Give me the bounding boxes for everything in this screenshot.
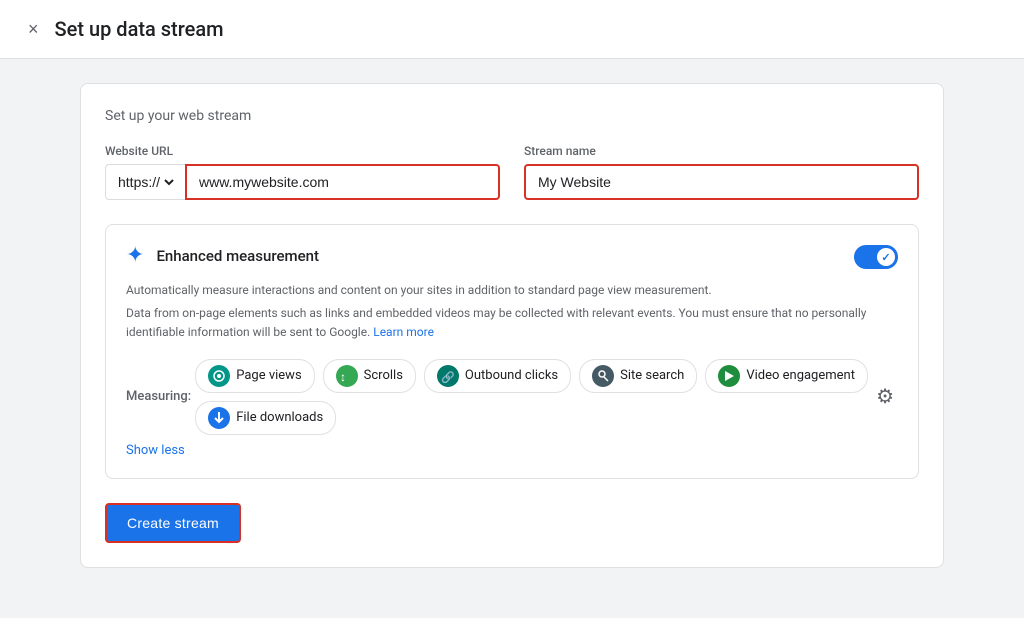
chip-label: Outbound clicks bbox=[465, 368, 558, 383]
chip-label: Video engagement bbox=[746, 368, 855, 383]
show-less-link[interactable]: Show less bbox=[126, 443, 185, 458]
measure-chip: ↕ Scrolls bbox=[323, 359, 416, 393]
setup-card: Set up your web stream Website URL https… bbox=[80, 83, 944, 568]
chip-icon bbox=[718, 365, 740, 387]
learn-more-link[interactable]: Learn more bbox=[373, 325, 434, 339]
chip-label: Scrolls bbox=[364, 368, 403, 383]
stream-name-input[interactable] bbox=[524, 164, 919, 200]
chip-label: Page views bbox=[236, 368, 301, 383]
enhanced-measurement-card: ✦ Enhanced measurement ✓ Automatically m… bbox=[105, 224, 919, 479]
website-url-label: Website URL bbox=[105, 144, 500, 158]
protocol-dropdown[interactable]: https:// http:// bbox=[114, 173, 177, 191]
stream-name-group: Stream name bbox=[524, 144, 919, 200]
measuring-label: Measuring: bbox=[126, 389, 191, 404]
chip-icon: 🔗 bbox=[437, 365, 459, 387]
enhanced-toggle[interactable]: ✓ bbox=[854, 245, 898, 269]
enhanced-header-left: ✦ Enhanced measurement bbox=[126, 245, 319, 267]
chip-icon bbox=[208, 407, 230, 429]
enhanced-description: Automatically measure interactions and c… bbox=[126, 281, 898, 300]
website-url-group: Website URL https:// http:// bbox=[105, 144, 500, 200]
page-header: × Set up data stream bbox=[0, 0, 1024, 59]
enhanced-warning: Data from on-page elements such as links… bbox=[126, 304, 898, 342]
gear-settings-button[interactable]: ⚙ bbox=[872, 380, 898, 413]
measure-chip: Video engagement bbox=[705, 359, 868, 393]
svg-text:🔗: 🔗 bbox=[441, 370, 455, 383]
measure-chip: 🔗 Outbound clicks bbox=[424, 359, 571, 393]
create-stream-button[interactable]: Create stream bbox=[105, 503, 241, 543]
measure-chip: Site search bbox=[579, 359, 697, 393]
chip-icon bbox=[592, 365, 614, 387]
sparkle-icon: ✦ bbox=[126, 245, 144, 267]
url-input[interactable] bbox=[185, 164, 500, 200]
page-title: Set up data stream bbox=[55, 17, 224, 41]
url-name-row: Website URL https:// http:// Stream name bbox=[105, 144, 919, 200]
measure-chip: File downloads bbox=[195, 401, 336, 435]
enhanced-header: ✦ Enhanced measurement ✓ bbox=[126, 245, 898, 269]
chip-icon: ↕ bbox=[336, 365, 358, 387]
section-title: Set up your web stream bbox=[105, 108, 919, 124]
chips-container: Page views ↕ Scrolls 🔗 Outbound clicks Site s… bbox=[195, 359, 872, 435]
chip-label: File downloads bbox=[236, 410, 323, 425]
measuring-row-wrapper: Measuring: Page views ↕ Scrolls 🔗 Outbound c… bbox=[126, 359, 898, 435]
page-content: Set up your web stream Website URL https… bbox=[0, 59, 1024, 618]
stream-name-label: Stream name bbox=[524, 144, 919, 158]
protocol-select[interactable]: https:// http:// bbox=[105, 164, 185, 200]
enhanced-title: Enhanced measurement bbox=[156, 247, 319, 265]
warning-text: Data from on-page elements such as links… bbox=[126, 306, 866, 339]
url-input-row: https:// http:// bbox=[105, 164, 500, 200]
chip-label: Site search bbox=[620, 368, 684, 383]
toggle-check-icon: ✓ bbox=[881, 251, 890, 264]
svg-text:↕: ↕ bbox=[340, 370, 346, 383]
chip-icon bbox=[208, 365, 230, 387]
toggle-thumb: ✓ bbox=[877, 248, 895, 266]
measure-chip: Page views bbox=[195, 359, 314, 393]
close-button[interactable]: × bbox=[24, 16, 43, 42]
